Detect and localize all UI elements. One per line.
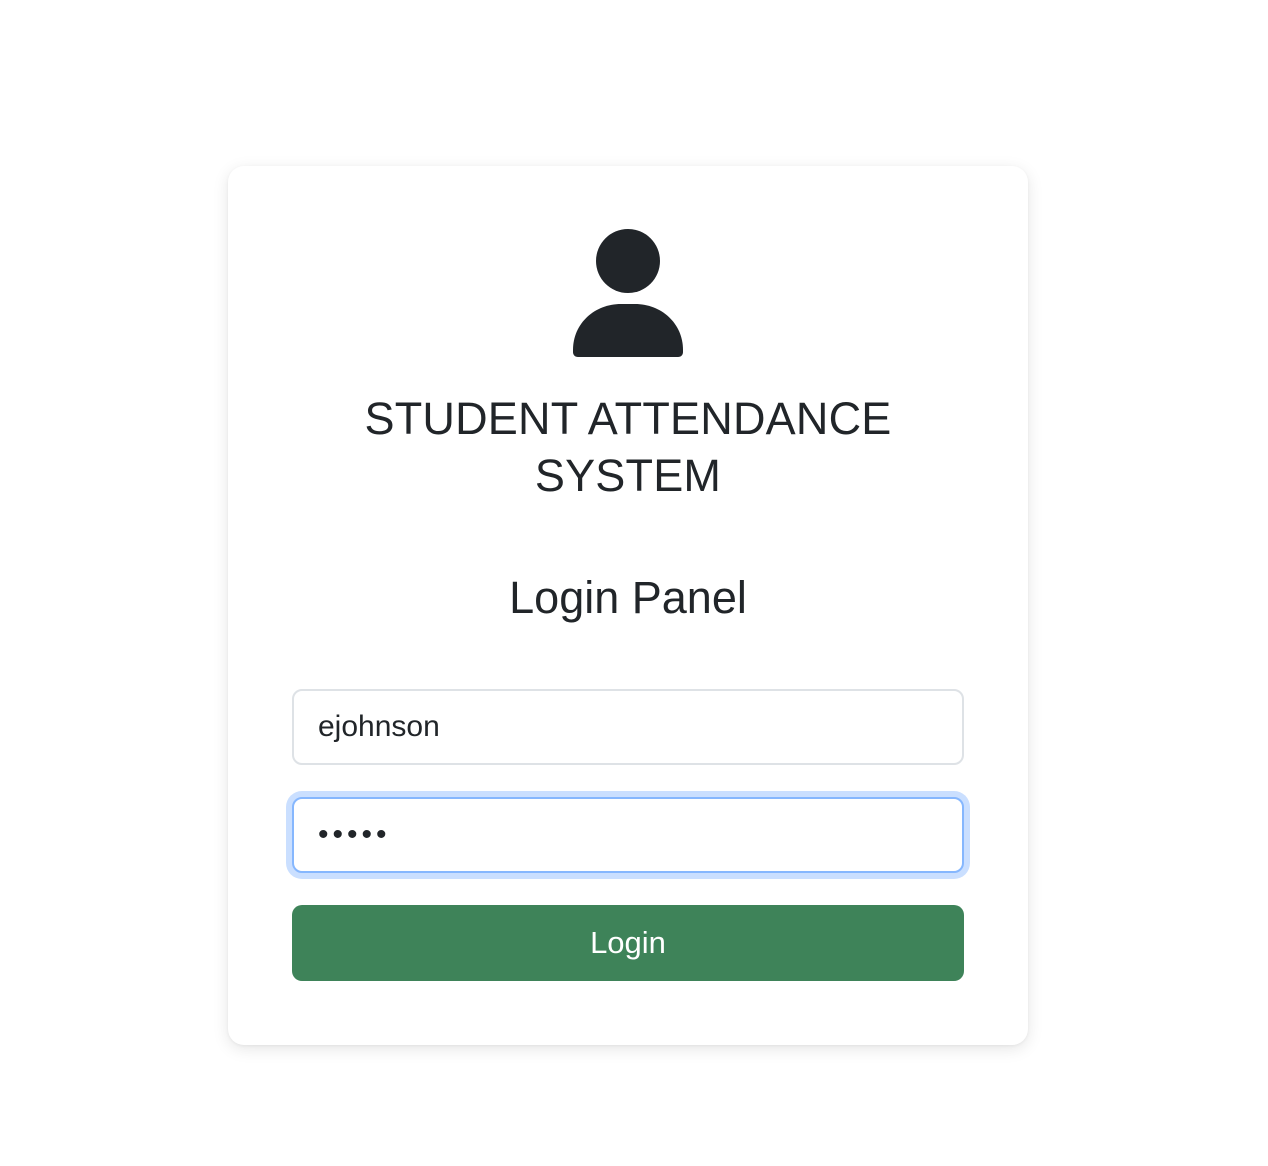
app-title-line-2: SYSTEM [534, 450, 722, 501]
login-panel-heading: Login Panel [509, 572, 747, 623]
username-input[interactable] [292, 689, 964, 765]
user-icon [571, 228, 685, 358]
login-button[interactable]: Login [292, 905, 964, 981]
login-card: STUDENT ATTENDANCE SYSTEM Login Panel Lo… [228, 166, 1028, 1045]
password-input[interactable] [292, 797, 964, 873]
app-title: STUDENT ATTENDANCE SYSTEM [228, 390, 1028, 504]
app-title-line-1: STUDENT ATTENDANCE [364, 393, 892, 444]
